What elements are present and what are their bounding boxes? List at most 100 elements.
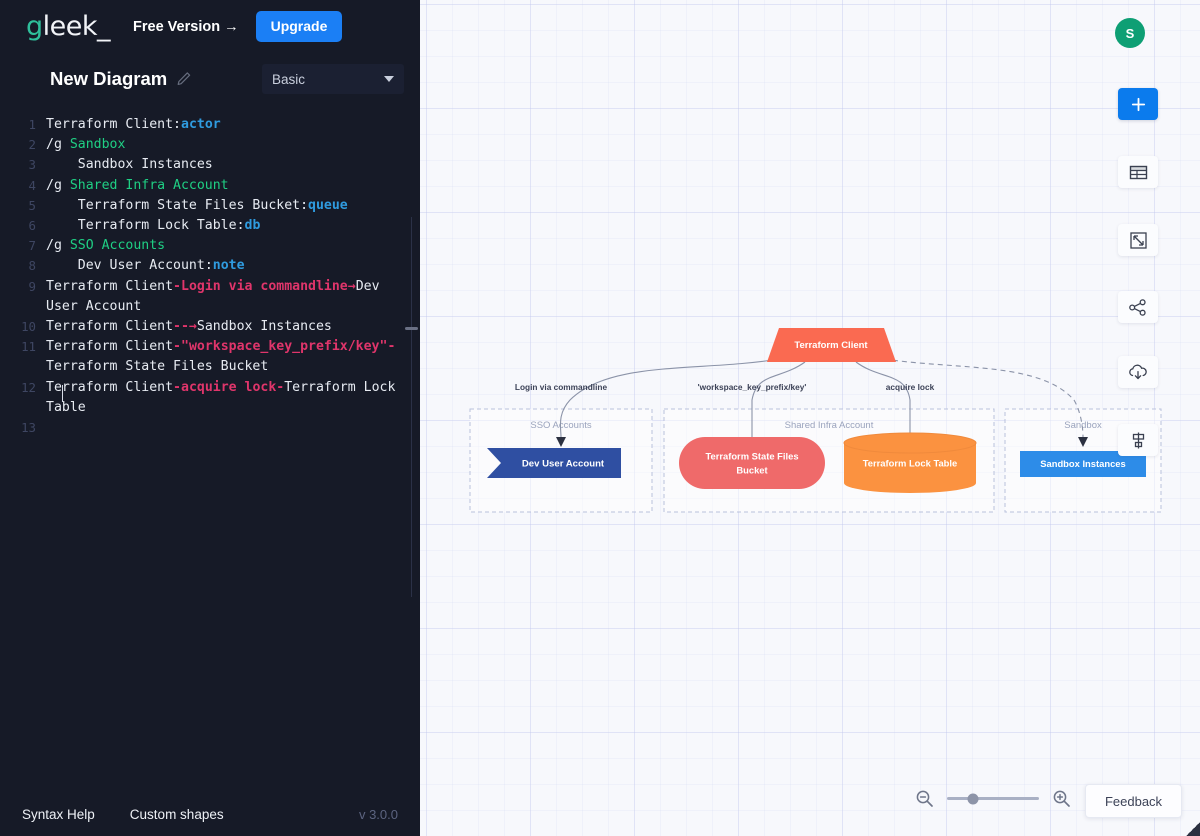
code-token: : bbox=[237, 218, 245, 233]
code-token: /g bbox=[46, 137, 70, 152]
fullscreen-icon bbox=[1129, 231, 1148, 250]
code-token: /g bbox=[46, 178, 70, 193]
cloud-download-icon bbox=[1127, 363, 1149, 382]
share-tool-button[interactable] bbox=[1118, 291, 1158, 323]
text-caret bbox=[62, 385, 63, 402]
code-line[interactable]: 1Terraform Client:actor bbox=[0, 115, 420, 135]
code-token: Terraform Lock Table bbox=[46, 218, 237, 233]
table-tool-button[interactable] bbox=[1118, 156, 1158, 188]
code-line[interactable]: 2/g Sandbox bbox=[0, 135, 420, 155]
node-label-terraform-client: Terraform Client bbox=[794, 340, 868, 351]
line-text: /g SSO Accounts bbox=[46, 236, 420, 256]
node-label-state-files-bucket-line2: Bucket bbox=[736, 464, 767, 475]
code-token: db bbox=[245, 218, 261, 233]
export-tool-button[interactable] bbox=[1118, 356, 1158, 388]
chevron-down-icon bbox=[384, 76, 394, 82]
line-text: Terraform State Files Bucket:queue bbox=[46, 196, 420, 216]
feedback-label: Feedback bbox=[1105, 794, 1162, 809]
pencil-icon[interactable] bbox=[176, 71, 192, 87]
line-text: /g Sandbox bbox=[46, 135, 420, 155]
code-token: /g bbox=[46, 238, 70, 253]
line-number: 12 bbox=[0, 378, 46, 398]
left-panel-footer: Syntax Help Custom shapes v 3.0.0 bbox=[0, 792, 420, 836]
code-token: note bbox=[213, 258, 245, 273]
code-token: queue bbox=[308, 198, 348, 213]
line-text: /g Shared Infra Account bbox=[46, 176, 420, 196]
code-editor[interactable]: 1Terraform Client:actor2/g Sandbox3 Sand… bbox=[0, 105, 420, 792]
fullscreen-tool-button[interactable] bbox=[1118, 224, 1158, 256]
gleek-logo[interactable]: gleek_ bbox=[26, 11, 110, 42]
plus-icon bbox=[1130, 96, 1147, 113]
diagram-graphic: SSO Accounts Shared Infra Account Sandbo… bbox=[420, 0, 1200, 836]
code-line[interactable]: 9Terraform Client-Login via commandline→… bbox=[0, 277, 420, 317]
code-token: : bbox=[205, 258, 213, 273]
code-token: Terraform Client bbox=[46, 117, 173, 132]
node-lock-table[interactable]: Terraform Lock Table bbox=[844, 433, 976, 493]
line-number: 4 bbox=[0, 176, 46, 196]
code-line[interactable]: 13 bbox=[0, 418, 420, 438]
code-token: - bbox=[173, 339, 181, 354]
code-token: Sandbox bbox=[70, 137, 126, 152]
line-number: 6 bbox=[0, 216, 46, 236]
line-text: Sandbox Instances bbox=[46, 155, 420, 175]
code-token: acquire lock bbox=[181, 380, 276, 395]
node-state-files-bucket[interactable]: Terraform State Files Bucket bbox=[679, 437, 825, 489]
brand-row: gleek_ Free Version → Upgrade bbox=[0, 0, 420, 53]
line-text: Terraform Client-Login via commandline→D… bbox=[46, 277, 420, 317]
node-terraform-client[interactable]: Terraform Client bbox=[767, 328, 896, 362]
node-label-dev-user-account: Dev User Account bbox=[522, 459, 605, 470]
corner-resize-handle[interactable] bbox=[1186, 822, 1200, 836]
editor-scrollbar-thumb[interactable] bbox=[405, 327, 418, 330]
code-line[interactable]: 12Terraform Client-acquire lock-Terrafor… bbox=[0, 378, 420, 418]
align-tool-button[interactable] bbox=[1118, 424, 1158, 456]
code-line[interactable]: 11Terraform Client-"workspace_key_prefix… bbox=[0, 337, 420, 377]
code-line[interactable]: 10Terraform Client--→Sandbox Instances bbox=[0, 317, 420, 337]
code-editor-lines: 1Terraform Client:actor2/g Sandbox3 Sand… bbox=[0, 105, 420, 438]
edge-label-lock: acquire lock bbox=[886, 382, 935, 392]
line-text: Terraform Client-"workspace_key_prefix/k… bbox=[46, 337, 420, 377]
syntax-help-link[interactable]: Syntax Help bbox=[22, 807, 95, 822]
line-text: Dev User Account:note bbox=[46, 256, 420, 276]
left-editor-panel: gleek_ Free Version → Upgrade New Diagra… bbox=[0, 0, 420, 836]
code-line[interactable]: 5 Terraform State Files Bucket:queue bbox=[0, 196, 420, 216]
code-token: Terraform Client bbox=[46, 380, 173, 395]
code-token: → bbox=[348, 279, 356, 294]
add-button[interactable] bbox=[1118, 88, 1158, 120]
line-text: Terraform Lock Table:db bbox=[46, 216, 420, 236]
code-token: Terraform State Files Bucket bbox=[46, 359, 268, 374]
line-number: 5 bbox=[0, 196, 46, 216]
edge-label-workspace: 'workspace_key_prefix/key' bbox=[698, 382, 807, 392]
zoom-in-icon[interactable] bbox=[1052, 789, 1071, 808]
zoom-slider-thumb[interactable] bbox=[967, 793, 978, 804]
free-version-link[interactable]: Free Version → bbox=[133, 19, 239, 35]
code-token: "workspace_key_prefix/key" bbox=[181, 339, 387, 354]
zoom-slider[interactable] bbox=[947, 797, 1039, 800]
version-label: v 3.0.0 bbox=[359, 807, 398, 822]
line-number: 2 bbox=[0, 135, 46, 155]
node-dev-user-account[interactable]: Dev User Account bbox=[487, 448, 621, 478]
share-icon bbox=[1128, 298, 1148, 317]
code-line[interactable]: 6 Terraform Lock Table:db bbox=[0, 216, 420, 236]
zoom-out-icon[interactable] bbox=[915, 789, 934, 808]
code-token: - bbox=[387, 339, 395, 354]
code-line[interactable]: 3 Sandbox Instances bbox=[0, 155, 420, 175]
code-line[interactable]: 4/g Shared Infra Account bbox=[0, 176, 420, 196]
line-number: 11 bbox=[0, 337, 46, 357]
diagram-style-select[interactable]: Basic bbox=[262, 64, 404, 94]
avatar[interactable]: S bbox=[1115, 18, 1145, 48]
code-token: - bbox=[173, 380, 181, 395]
editor-guide-line bbox=[411, 217, 412, 597]
line-number: 10 bbox=[0, 317, 46, 337]
code-token: Login via commandline bbox=[181, 279, 348, 294]
zoom-controls bbox=[915, 789, 1071, 808]
line-number: 3 bbox=[0, 155, 46, 175]
code-token: Sandbox Instances bbox=[46, 157, 213, 172]
code-token: --→ bbox=[173, 319, 197, 334]
custom-shapes-link[interactable]: Custom shapes bbox=[130, 807, 224, 822]
diagram-canvas[interactable]: SSO Accounts Shared Infra Account Sandbo… bbox=[420, 0, 1200, 836]
align-center-icon bbox=[1129, 431, 1148, 450]
upgrade-button[interactable]: Upgrade bbox=[256, 11, 343, 42]
code-line[interactable]: 8 Dev User Account:note bbox=[0, 256, 420, 276]
code-line[interactable]: 7/g SSO Accounts bbox=[0, 236, 420, 256]
feedback-button[interactable]: Feedback bbox=[1085, 784, 1182, 818]
